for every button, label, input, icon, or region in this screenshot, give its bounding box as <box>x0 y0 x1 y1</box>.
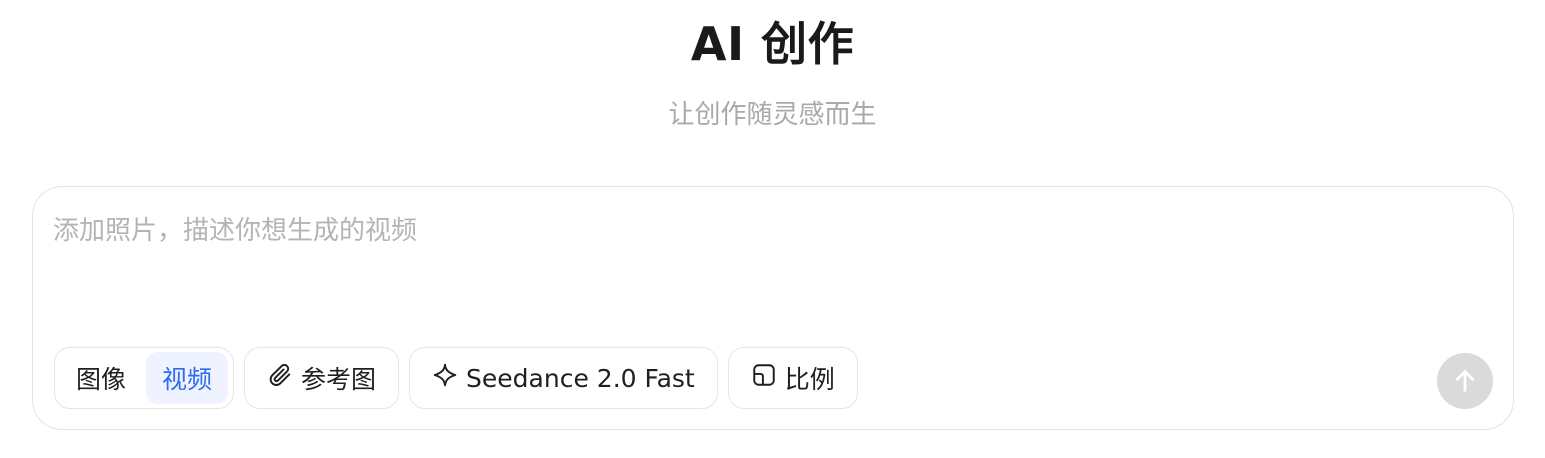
aspect-ratio-icon <box>751 362 777 394</box>
prompt-input[interactable] <box>53 213 1433 313</box>
composer-toolbar: 图像 视频 参考图 Seedance 2.0 Fast 比例 <box>54 347 858 409</box>
ai-create-page: AI 创作 让创作随灵感而生 图像 视频 参考图 <box>0 0 1545 458</box>
mode-switch: 图像 视频 <box>54 347 235 409</box>
paperclip-icon <box>267 362 293 394</box>
sparkle-icon <box>432 362 458 394</box>
mode-tab-image[interactable]: 图像 <box>60 352 142 404</box>
prompt-composer: 图像 视频 参考图 Seedance 2.0 Fast <box>32 186 1514 430</box>
page-title: AI 创作 <box>690 17 855 71</box>
page-subtitle: 让创作随灵感而生 <box>668 100 877 130</box>
aspect-ratio-button[interactable]: 比例 <box>727 347 858 409</box>
aspect-ratio-label: 比例 <box>784 365 835 394</box>
send-button[interactable] <box>1437 353 1493 409</box>
reference-image-label: 参考图 <box>301 365 377 394</box>
reference-image-button[interactable]: 参考图 <box>244 347 400 409</box>
arrow-up-icon <box>1451 367 1479 395</box>
mode-tab-video[interactable]: 视频 <box>146 352 229 404</box>
model-select-button[interactable]: Seedance 2.0 Fast <box>409 347 718 409</box>
model-label: Seedance 2.0 Fast <box>466 363 695 393</box>
